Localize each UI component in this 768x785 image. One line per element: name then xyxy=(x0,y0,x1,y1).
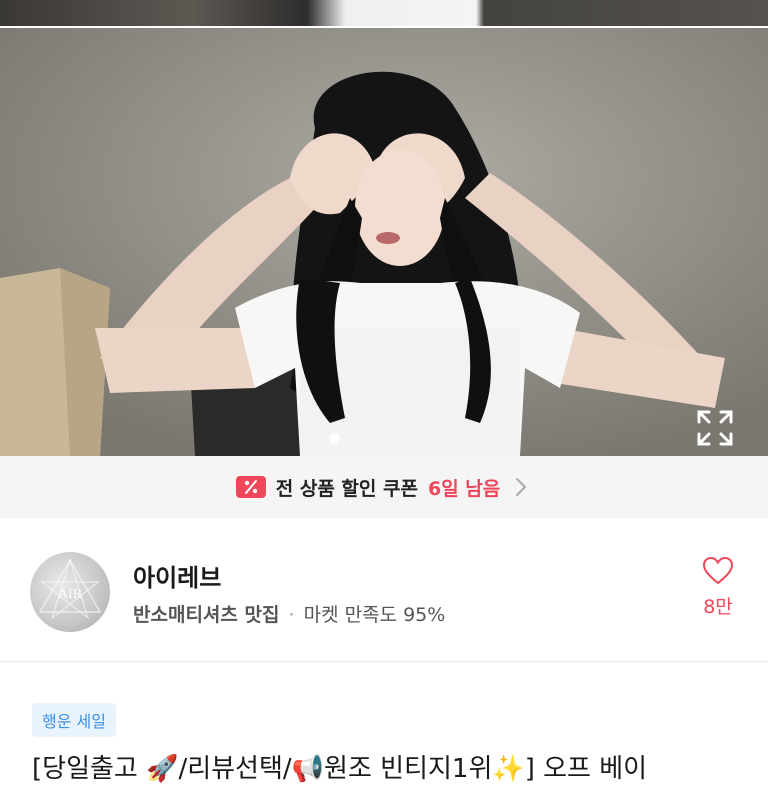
heart-icon[interactable] xyxy=(702,556,734,586)
product-title: [당일출고 🚀/리뷰선택/📢원조 빈티지1위✨] 오프 베이 xyxy=(32,754,648,784)
photo-illustration xyxy=(0,28,768,456)
lucky-sale-badge: 행운 세일 xyxy=(32,703,116,737)
separator: · xyxy=(288,604,295,626)
expand-icon[interactable] xyxy=(695,408,735,448)
section-divider xyxy=(0,661,768,662)
svg-text:AIR: AIR xyxy=(58,587,83,602)
like-button[interactable]: 8만 xyxy=(695,556,741,619)
coupon-banner[interactable]: 전 상품 할인 쿠폰 6일 남음 xyxy=(0,456,768,518)
seller-name[interactable]: 아이레브 xyxy=(133,558,221,593)
coupon-label: 전 상품 할인 쿠폰 xyxy=(275,477,418,500)
previous-image-strip xyxy=(0,0,768,26)
seller-avatar[interactable]: AIR xyxy=(30,552,110,632)
market-satisfaction: 마켓 만족도 95% xyxy=(303,604,446,626)
like-count: 8만 xyxy=(703,596,733,618)
coupon-days-left: 6일 남음 xyxy=(427,477,501,500)
seller-subinfo: 반소매티셔츠 맛집 · 마켓 만족도 95% xyxy=(133,600,445,627)
product-photo[interactable] xyxy=(0,28,768,456)
carousel-indicator-dot[interactable] xyxy=(329,433,340,444)
seller-tagline: 반소매티셔츠 맛집 xyxy=(133,604,280,626)
coupon-percent-icon xyxy=(235,476,266,498)
seller-section[interactable]: AIR 아이레브 반소매티셔츠 맛집 · 마켓 만족도 95% 8만 xyxy=(0,530,768,660)
chevron-right-icon xyxy=(510,476,532,498)
